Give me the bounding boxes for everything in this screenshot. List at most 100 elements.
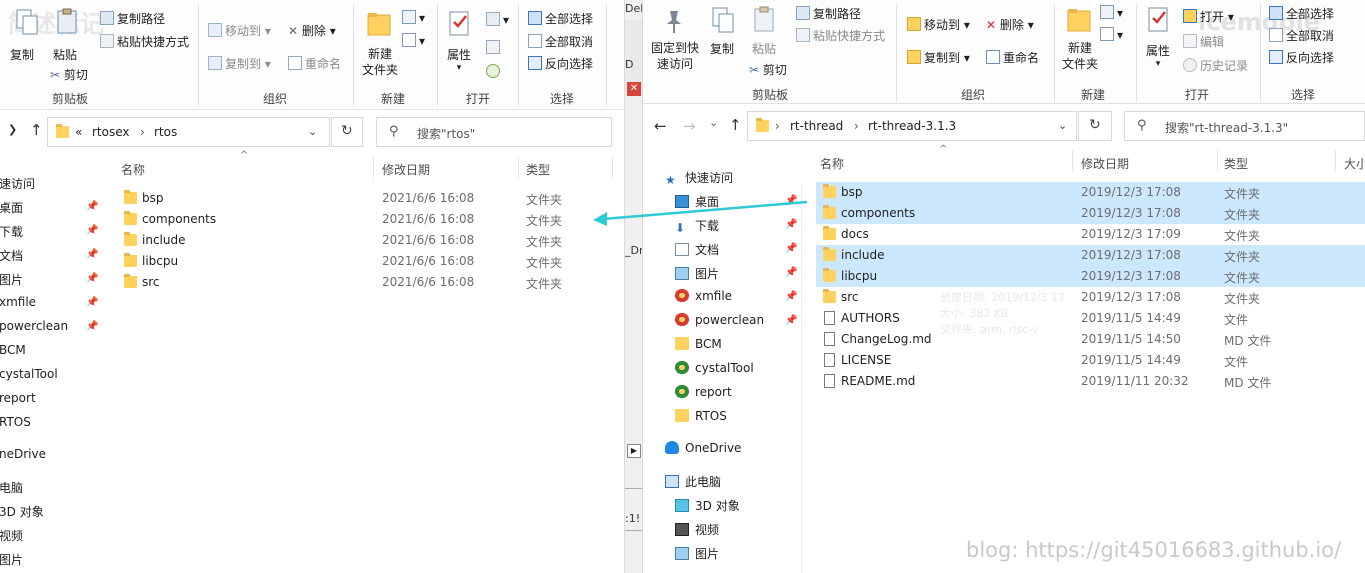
column-header-type[interactable]: 类型 <box>526 161 550 178</box>
nav-item[interactable]: cystalTool <box>0 367 58 381</box>
copy-button[interactable]: 复制 <box>10 9 38 63</box>
rename-button[interactable]: 重命名 <box>288 55 341 72</box>
nav-item-13[interactable]: 3D 对象 <box>675 497 740 514</box>
file-row-include[interactable]: include 2019/12/3 17:08 文件夹 <box>816 245 1365 266</box>
select-all-button[interactable]: 全部选择 <box>1269 5 1334 22</box>
address-bar[interactable]: › rt-thread › rt-thread-3.1.3 ⌄ <box>747 111 1077 141</box>
file-row-docs[interactable]: docs 2019/12/3 17:09 文件夹 <box>816 224 1365 245</box>
open-button[interactable]: 打开 ▾ <box>1183 8 1234 25</box>
new-item-button[interactable]: ▾ <box>402 10 425 25</box>
nav-item[interactable]: powerclean <box>0 319 68 333</box>
file-row-LICENSE[interactable]: LICENSE 2019/11/5 14:49 文件 <box>816 350 1365 371</box>
refresh-button[interactable]: ↻ <box>1078 111 1112 141</box>
pin-icon[interactable]: 📌 <box>86 273 98 284</box>
rename-button[interactable]: 重命名 <box>986 49 1039 66</box>
nav-item-11[interactable]: OneDrive <box>665 441 741 455</box>
pin-icon[interactable]: 📌 <box>86 297 98 308</box>
nav-item[interactable]: 图片 <box>0 551 23 568</box>
invert-selection-button[interactable]: 反向选择 <box>1269 49 1334 66</box>
file-row-src[interactable]: src 2021/6/6 16:08 文件夹 <box>117 272 612 293</box>
pin-icon[interactable]: 📌 <box>86 201 98 212</box>
nav-item-7[interactable]: BCM <box>675 337 722 351</box>
cut-button[interactable]: ✂ 剪切 <box>50 66 88 83</box>
pin-icon[interactable]: 📌 <box>785 267 797 278</box>
open-button[interactable]: ▾ <box>486 12 509 27</box>
nav-item-8[interactable]: cystalTool <box>675 361 754 375</box>
file-row-libcpu[interactable]: libcpu 2019/12/3 17:08 文件夹 <box>816 266 1365 287</box>
edit-button[interactable] <box>486 40 503 55</box>
nav-item[interactable]: report <box>0 391 36 405</box>
nav-item-12[interactable]: 此电脑 <box>665 473 721 490</box>
invert-selection-button[interactable]: 反向选择 <box>528 55 593 72</box>
cut-button[interactable]: ✂ 剪切 <box>749 61 787 78</box>
search-input[interactable]: ⚲ 搜索"rtos" <box>376 117 612 147</box>
nav-item[interactable]: xmfile <box>0 295 36 309</box>
file-row-libcpu[interactable]: libcpu 2021/6/6 16:08 文件夹 <box>117 251 612 272</box>
nav-item-9[interactable]: report <box>675 385 732 399</box>
file-row-AUTHORS[interactable]: AUTHORS 2019/11/5 14:49 文件 <box>816 308 1365 329</box>
column-header-size[interactable]: 大小 <box>1344 155 1365 172</box>
file-row-src[interactable]: src 2019/12/3 17:08 文件夹 <box>816 287 1365 308</box>
nav-item[interactable]: neDrive <box>0 447 46 461</box>
nav-item-5[interactable]: xmfile <box>675 289 732 303</box>
nav-item-0[interactable]: ★ 快速访问 <box>665 169 733 187</box>
nav-item-15[interactable]: 图片 <box>675 545 719 562</box>
up-arrow-button[interactable]: ↑ <box>30 121 43 139</box>
edit-button[interactable]: 编辑 <box>1183 33 1224 50</box>
file-row-ChangeLog.md[interactable]: ChangeLog.md 2019/11/5 14:50 MD 文件 <box>816 329 1365 350</box>
delete-button[interactable]: ✕ 删除 ▾ <box>986 16 1034 33</box>
nav-item[interactable]: 文档 <box>0 247 23 264</box>
history-button[interactable] <box>486 64 503 79</box>
nav-item[interactable]: 图片 <box>0 271 23 288</box>
select-none-button[interactable]: 全部取消 <box>528 33 593 50</box>
copy-button[interactable]: 复制 <box>710 7 734 57</box>
up-arrow-button[interactable]: ↑ <box>729 116 742 134</box>
column-header-type[interactable]: 类型 <box>1224 155 1248 172</box>
pin-icon[interactable]: 📌 <box>785 243 797 254</box>
collapse-chevron-icon[interactable]: ❯ <box>8 123 17 136</box>
nav-item[interactable]: RTOS <box>0 415 31 429</box>
nav-item-6[interactable]: powerclean <box>675 313 764 327</box>
file-row-components[interactable]: components 2019/12/3 17:08 文件夹 <box>816 203 1365 224</box>
file-row-bsp[interactable]: bsp 2021/6/6 16:08 文件夹 <box>117 188 612 209</box>
address-dropdown-icon[interactable]: ⌄ <box>308 125 317 138</box>
file-row-bsp[interactable]: bsp 2019/12/3 17:08 文件夹 <box>816 182 1365 203</box>
breadcrumb-rt-thread[interactable]: rt-thread <box>790 119 843 133</box>
nav-item[interactable]: BCM <box>0 343 26 357</box>
back-button[interactable]: ← <box>654 117 667 135</box>
copy-path-button[interactable]: 复制路径 <box>796 5 861 22</box>
new-folder-button[interactable]: 新建 文件夹 <box>1062 9 1098 72</box>
forward-button[interactable]: → <box>683 117 696 135</box>
breadcrumb-rtosex[interactable]: rtosex <box>92 125 130 139</box>
column-header-name[interactable]: 名称 <box>820 155 844 172</box>
easy-access-button[interactable]: ▾ <box>1100 27 1123 42</box>
nav-item[interactable]: 桌面 <box>0 199 23 216</box>
new-folder-button[interactable]: 新建 文件夹 <box>362 13 398 78</box>
column-header-date[interactable]: 修改日期 <box>382 161 430 178</box>
pin-icon[interactable]: 📌 <box>785 315 797 326</box>
select-all-button[interactable]: 全部选择 <box>528 10 593 27</box>
properties-button[interactable]: 属性 ▾ <box>447 11 471 73</box>
pin-icon[interactable]: 📌 <box>86 249 98 260</box>
properties-button[interactable]: 属性 ▾ <box>1146 7 1170 69</box>
paste-shortcut-button[interactable]: 粘贴快捷方式 <box>100 33 189 50</box>
pin-icon[interactable]: 📌 <box>785 291 797 302</box>
nav-item-4[interactable]: 图片 <box>675 265 719 282</box>
recent-locations-icon[interactable]: ⌄ <box>709 116 718 129</box>
new-item-button[interactable]: ▾ <box>1100 5 1123 20</box>
address-dropdown-icon[interactable]: ⌄ <box>1058 119 1067 132</box>
nav-item[interactable]: 电脑 <box>0 479 23 496</box>
refresh-button[interactable]: ↻ <box>331 117 363 147</box>
column-header-name[interactable]: 名称 <box>121 161 145 178</box>
scroll-right-icon[interactable]: ▶ <box>627 444 641 458</box>
pin-icon[interactable]: 📌 <box>86 321 98 332</box>
copy-to-button[interactable]: 复制到 ▾ <box>907 49 970 66</box>
easy-access-button[interactable]: ▾ <box>402 33 425 48</box>
paste-button[interactable]: 粘贴 <box>53 8 77 63</box>
nav-item-14[interactable]: 视频 <box>675 521 719 538</box>
nav-item-3[interactable]: 文档 <box>675 241 719 258</box>
file-row-components[interactable]: components 2021/6/6 16:08 文件夹 <box>117 209 612 230</box>
pin-to-quick-access-button[interactable]: 固定到快 速访问 <box>651 11 699 72</box>
breadcrumb-rtos[interactable]: rtos <box>154 125 177 139</box>
copy-to-button[interactable]: 复制到 ▾ <box>208 55 271 72</box>
